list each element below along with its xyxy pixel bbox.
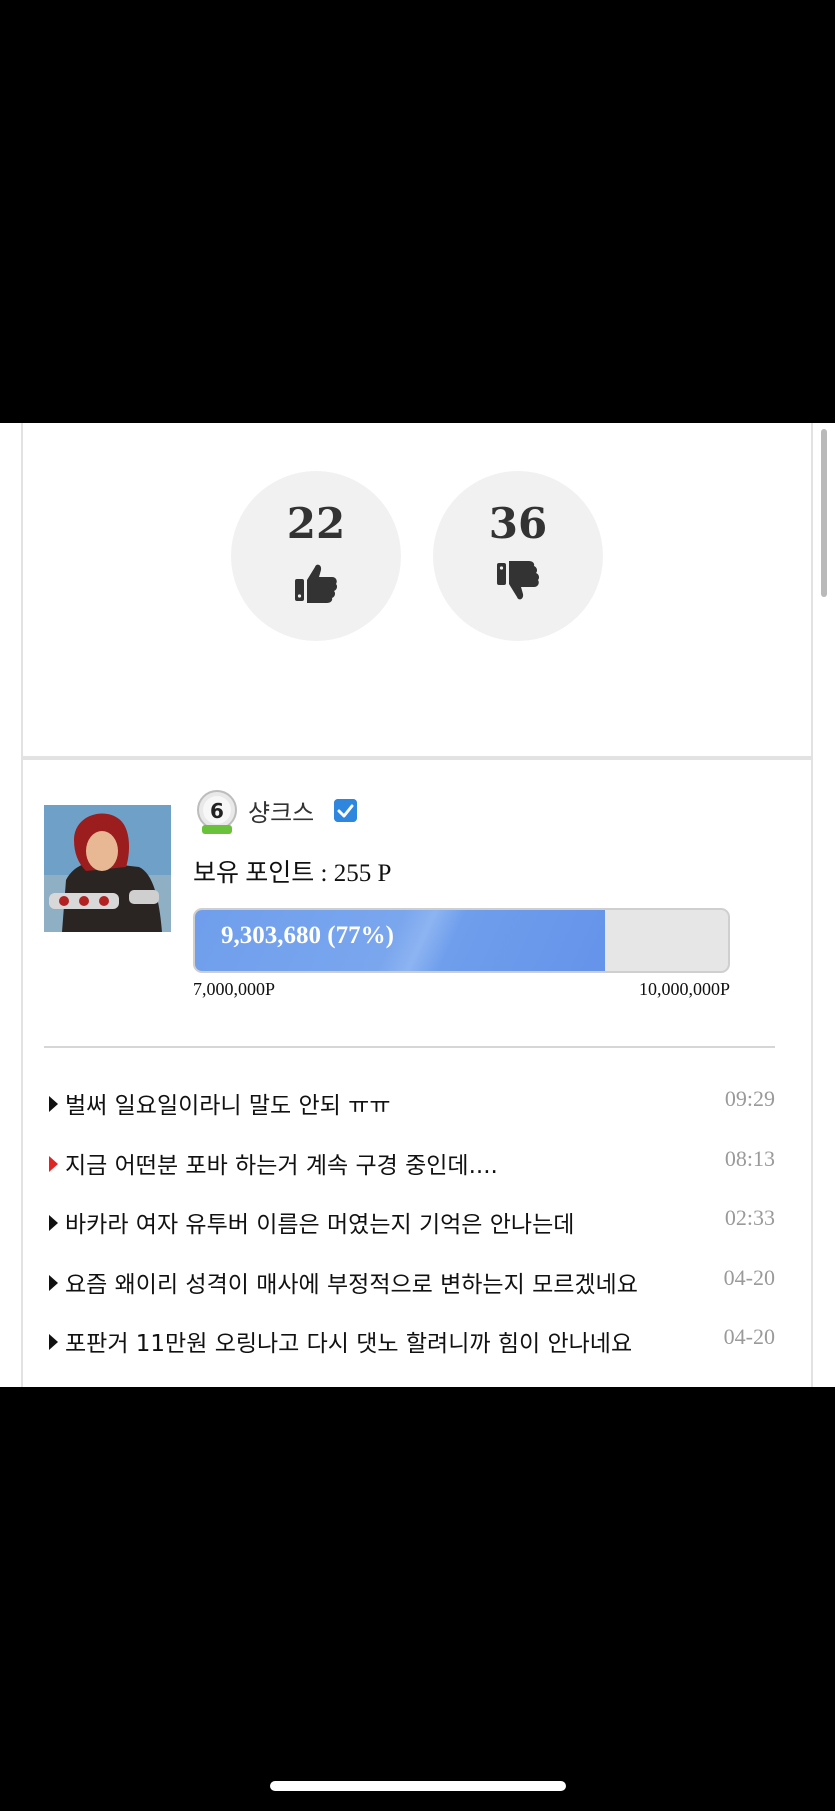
level-number: 6 (210, 799, 224, 823)
check-icon (334, 799, 357, 822)
post-time: 08:13 (724, 1145, 775, 1171)
avatar-image (44, 805, 171, 932)
caret-right-icon (49, 1274, 58, 1291)
points-label: 보유 포인트 : 255 P (193, 860, 392, 887)
points-progress-bar: 9,303,680 (77%) (193, 908, 730, 973)
downvote-count: 36 (488, 499, 548, 548)
post-time: 04-20 (723, 1324, 775, 1350)
post-title[interactable]: 바카라 여자 유투버 이름은 머였는지 기억은 안나는데 (65, 1205, 695, 1239)
caret-right-icon (49, 1096, 58, 1112)
avatar[interactable] (44, 805, 171, 932)
list-item[interactable]: 포판거 11만원 오링나고 다시 댓노 할려니까 힘이 안나네요 04-20 (44, 1316, 775, 1376)
bottom-black-area (0, 1387, 835, 1811)
home-indicator[interactable] (270, 1781, 566, 1791)
list-item[interactable]: 지금 어떤분 포바 하는거 계속 구경 중인데.... 08:13 (44, 1138, 775, 1198)
downvote-button[interactable]: 36 (433, 471, 603, 641)
progress-text: 9,303,680 (77%) (221, 922, 394, 949)
thumbs-down-icon (497, 561, 540, 600)
progress-min-label: 7,000,000P (193, 979, 276, 999)
content-border-left (21, 423, 23, 1387)
scrollbar[interactable] (821, 429, 827, 597)
caret-right-icon (49, 1334, 58, 1351)
page-content: 22 36 6 샹크스 보유 포인트: 255 P 9,303,680 (77… (0, 423, 835, 1387)
post-time: 09:29 (724, 1086, 775, 1111)
list-item[interactable]: 바카라 여자 유투버 이름은 머였는지 기억은 안나는데 02:33 (44, 1197, 775, 1257)
content-border-right (811, 423, 813, 1387)
level-badge: 6 (197, 790, 237, 834)
thumbs-up-icon (295, 564, 338, 603)
post-time: 04-20 (723, 1264, 775, 1290)
list-item[interactable]: 요즘 왜이리 성격이 매사에 부정적으로 변하는지 모르겠네요 04-20 (44, 1257, 775, 1317)
list-item[interactable]: 벌써 일요일이라니 말도 안되 ㅠㅠ 09:29 (44, 1078, 775, 1138)
post-title[interactable]: 지금 어떤분 포바 하는거 계속 구경 중인데.... (65, 1146, 695, 1180)
username[interactable]: 샹크스 (248, 793, 314, 828)
post-title[interactable]: 포판거 11만원 오링나고 다시 댓노 할려니까 힘이 안나네요 (65, 1324, 695, 1358)
top-black-area (0, 0, 835, 423)
recent-posts-list: 벌써 일요일이라니 말도 안되 ㅠㅠ 09:29 지금 어떤분 포바 하는거 계… (44, 1078, 775, 1376)
post-title[interactable]: 벌써 일요일이라니 말도 안되 ㅠㅠ (65, 1086, 695, 1120)
post-title[interactable]: 요즘 왜이리 성격이 매사에 부정적으로 변하는지 모르겠네요 (65, 1265, 695, 1299)
caret-right-icon (49, 1155, 58, 1172)
post-time: 02:33 (724, 1205, 775, 1231)
upvote-button[interactable]: 22 (231, 471, 401, 641)
upvote-count: 22 (286, 499, 346, 548)
section-divider (21, 756, 813, 760)
list-divider (44, 1046, 775, 1048)
progress-max-label: 10,000,000P (638, 979, 730, 999)
caret-right-icon (49, 1215, 58, 1232)
